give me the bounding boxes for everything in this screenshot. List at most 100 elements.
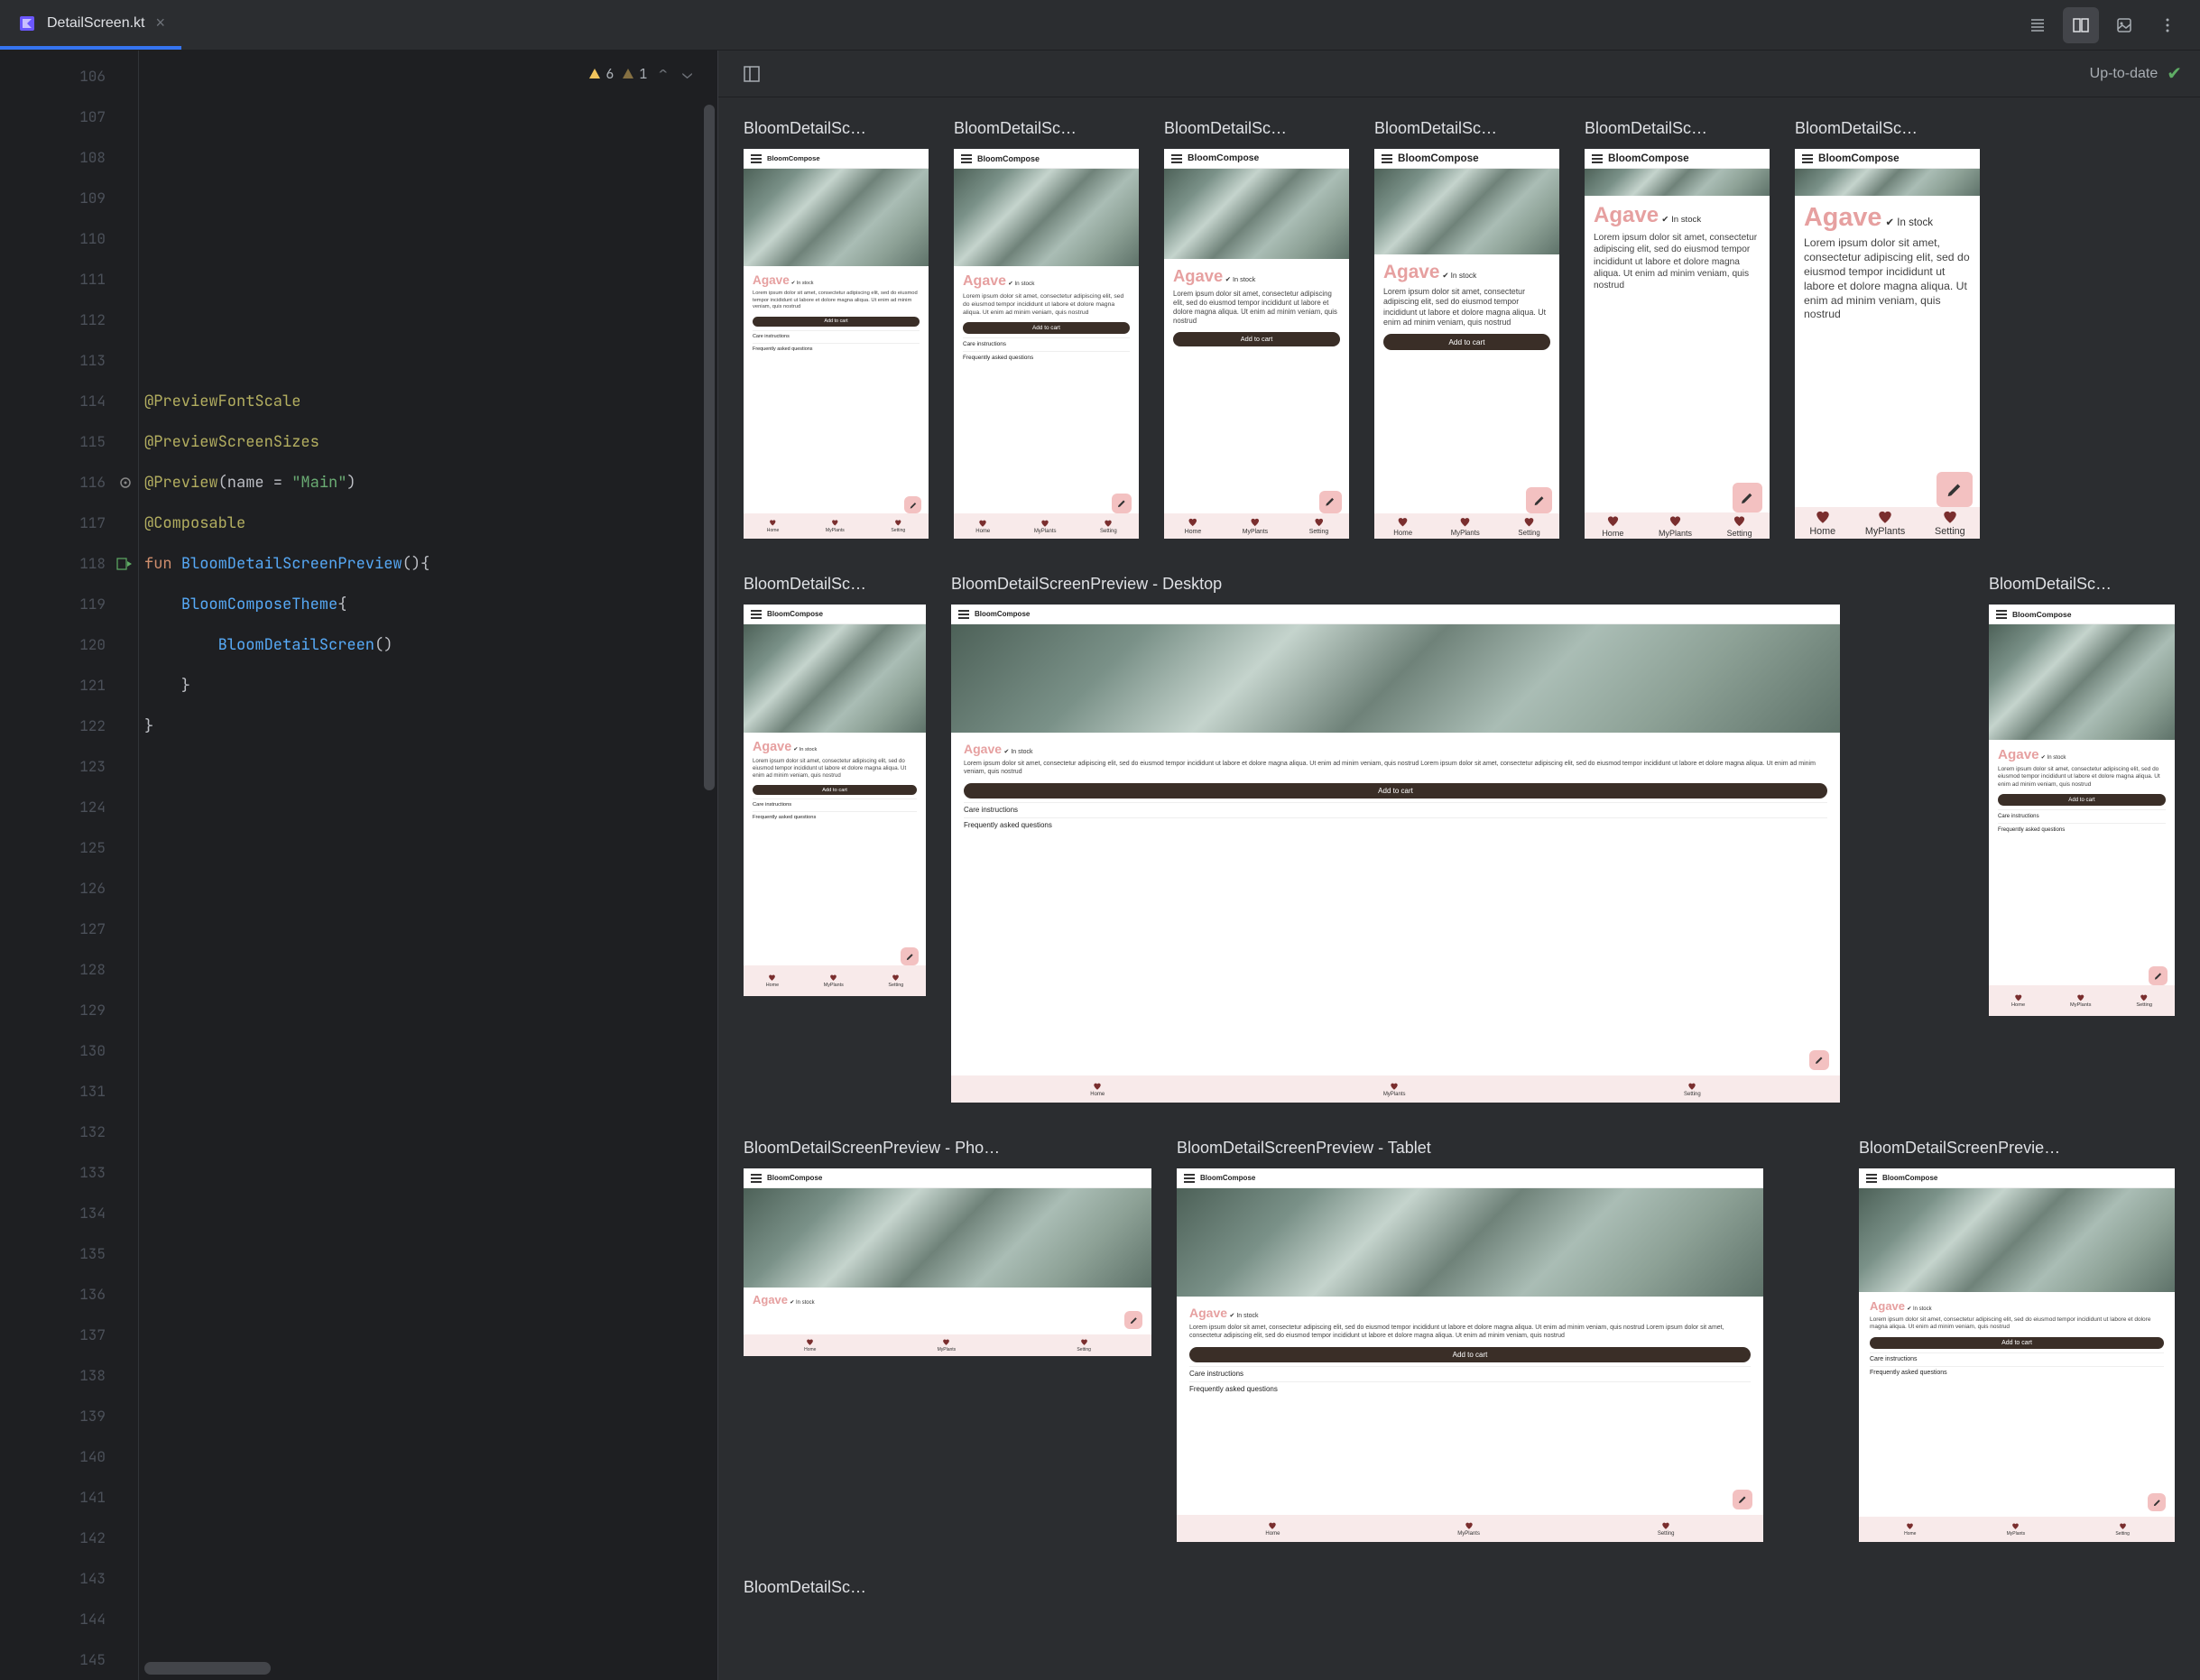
code-line[interactable]: }	[139, 706, 717, 746]
code-line[interactable]	[139, 1436, 717, 1477]
close-icon[interactable]: ×	[156, 14, 166, 32]
preview-item[interactable]: BloomDetailScreenPreview - DesktopBloomC…	[951, 575, 1840, 1103]
line-number-row: 121	[0, 665, 138, 706]
code-line[interactable]: BloomDetailScreen()	[139, 624, 717, 665]
code-line[interactable]: BloomComposeTheme{	[139, 584, 717, 624]
code-line[interactable]	[139, 1558, 717, 1599]
line-number-row: 118	[0, 543, 138, 584]
chevron-up-icon[interactable]: ⌃	[654, 63, 671, 84]
line-number: 137	[79, 1325, 106, 1344]
preview-mock[interactable]: BloomComposeAgave ✔ In stockLorem ipsum …	[744, 605, 926, 996]
view-list-icon[interactable]	[2020, 7, 2056, 43]
code-line[interactable]: @Composable	[139, 503, 717, 543]
code-line[interactable]	[139, 97, 717, 137]
horizontal-scrollbar[interactable]	[144, 1662, 271, 1675]
line-number-row: 141	[0, 1477, 138, 1518]
run-preview-icon[interactable]	[116, 556, 133, 572]
vertical-scrollbar-track[interactable]	[699, 51, 717, 1680]
line-number: 111	[79, 270, 106, 289]
line-number-row: 124	[0, 787, 138, 827]
code-line[interactable]	[139, 259, 717, 300]
view-design-icon[interactable]	[2106, 7, 2142, 43]
preview-item[interactable]: BloomDetailSc…BloomComposeAgave ✔ In sto…	[1374, 119, 1559, 539]
code-line[interactable]: }	[139, 665, 717, 706]
warnings-count[interactable]: 6	[587, 65, 614, 83]
preview-canvas[interactable]: BloomDetailSc… BloomComposeAgave ✔ In sto…	[718, 97, 2200, 1680]
code-line[interactable]: fun BloomDetailScreenPreview(){	[139, 543, 717, 584]
code-line[interactable]	[139, 1518, 717, 1558]
line-number-row: 116	[0, 462, 138, 503]
preview-item[interactable]: BloomDetailSc…BloomComposeAgave ✔ In sto…	[1795, 119, 1980, 539]
preview-mock[interactable]: BloomComposeAgave ✔ In stockLorem ipsum …	[1374, 149, 1559, 539]
inspections-widget[interactable]: 6 1 ⌃ ⌄	[582, 60, 701, 88]
vertical-scrollbar-thumb[interactable]	[704, 105, 715, 790]
preview-mock[interactable]: BloomComposeAgave ✔ In stockLorem ipsum …	[1585, 149, 1770, 539]
code-line[interactable]	[139, 827, 717, 868]
preview-item[interactable]: BloomDetailScreenPreview - Pho…BloomComp…	[744, 1139, 1151, 1542]
preview-title: BloomDetailSc…	[1989, 575, 2175, 594]
code-line[interactable]	[139, 1071, 717, 1112]
preview-item[interactable]: BloomDetailSc…	[744, 1578, 942, 1608]
preview-mock[interactable]: BloomComposeAgave ✔ In stockLorem ipsum …	[1164, 149, 1349, 539]
code-line[interactable]	[139, 1396, 717, 1436]
line-number-row: 115	[0, 421, 138, 462]
preview-item[interactable]: BloomDetailScreenPreview - Tablet BloomCo…	[1177, 1139, 1763, 1542]
code-line[interactable]	[139, 1355, 717, 1396]
preview-item[interactable]: BloomDetailSc…BloomComposeAgave ✔ In sto…	[744, 119, 929, 539]
weak-warnings-count[interactable]: 1	[621, 65, 647, 83]
preview-mock[interactable]: BloomComposeAgave ✔ In stockLorem ipsum …	[1177, 1168, 1763, 1542]
code-line[interactable]	[139, 949, 717, 990]
preview-mock[interactable]: BloomComposeAgave ✔ In stockLorem ipsum …	[1989, 605, 2175, 1016]
preview-mock[interactable]: BloomComposeAgave ✔ In stockLorem ipsum …	[1795, 149, 1980, 539]
preview-item[interactable]: BloomDetailSc…BloomComposeAgave ✔ In sto…	[1164, 119, 1349, 539]
code-line[interactable]	[139, 1112, 717, 1152]
code-area[interactable]: @PreviewFontScale@PreviewScreenSizes@Pre…	[139, 51, 717, 1680]
preview-item[interactable]: BloomDetailSc…BloomComposeAgave ✔ In sto…	[954, 119, 1139, 539]
file-tab-active[interactable]: DetailScreen.kt ×	[0, 0, 181, 50]
code-line[interactable]	[139, 990, 717, 1030]
code-line[interactable]	[139, 340, 717, 381]
line-number: 130	[79, 1041, 106, 1060]
preview-mock[interactable]: BloomComposeAgave ✔ In stockLorem ipsum …	[1859, 1168, 2175, 1542]
code-line[interactable]	[139, 1152, 717, 1193]
more-icon[interactable]	[2149, 7, 2186, 43]
code-line[interactable]	[139, 1274, 717, 1315]
code-line[interactable]: @PreviewScreenSizes	[139, 421, 717, 462]
preview-item[interactable]: BloomDetailSc…BloomComposeAgave ✔ In sto…	[744, 575, 926, 1103]
code-line[interactable]	[139, 1233, 717, 1274]
code-line[interactable]	[139, 1193, 717, 1233]
preview-layout-icon[interactable]	[736, 59, 767, 89]
code-line[interactable]	[139, 1477, 717, 1518]
view-split-icon[interactable]	[2063, 7, 2099, 43]
line-number-row: 143	[0, 1558, 138, 1599]
code-line[interactable]: @PreviewFontScale	[139, 381, 717, 421]
gear-icon[interactable]	[118, 475, 133, 490]
line-gutter: 1061071081091101111121131141151161171181…	[0, 51, 139, 1680]
code-line[interactable]	[139, 178, 717, 218]
code-line[interactable]	[139, 787, 717, 827]
code-line[interactable]	[139, 218, 717, 259]
preview-title: BloomDetailScreenPreview - Tablet	[1177, 1139, 1763, 1158]
preview-mock[interactable]: BloomComposeAgave ✔ In stockLorem ipsum …	[954, 149, 1139, 539]
compose-preview-pane: Up-to-date ✔ BloomDetailSc…BloomComposeA…	[718, 51, 2200, 1680]
preview-mock[interactable]: BloomComposeAgave ✔ In stockLorem ipsum …	[951, 605, 1840, 1103]
code-line[interactable]: @Preview(name = "Main")	[139, 462, 717, 503]
chevron-down-icon[interactable]: ⌄	[679, 63, 696, 84]
preview-item[interactable]: BloomDetailSc… BloomComposeAgave ✔ In sto…	[1989, 575, 2175, 1103]
code-line[interactable]	[139, 300, 717, 340]
code-line[interactable]	[139, 868, 717, 909]
code-line[interactable]	[139, 1599, 717, 1639]
line-number-row: 108	[0, 137, 138, 178]
line-number: 129	[79, 1001, 106, 1020]
line-number: 136	[79, 1285, 106, 1304]
code-line[interactable]	[139, 1030, 717, 1071]
code-line[interactable]	[139, 1315, 717, 1355]
line-number-row: 132	[0, 1112, 138, 1152]
preview-mock[interactable]: BloomComposeAgave ✔ In stockHomeMyPlants…	[744, 1168, 1151, 1356]
preview-mock[interactable]: BloomComposeAgave ✔ In stockLorem ipsum …	[744, 149, 929, 539]
code-line[interactable]	[139, 137, 717, 178]
code-line[interactable]	[139, 909, 717, 949]
code-line[interactable]	[139, 746, 717, 787]
preview-item[interactable]: BloomDetailScreenPrevie…BloomComposeAgav…	[1859, 1139, 2175, 1542]
preview-item[interactable]: BloomDetailSc…BloomComposeAgave ✔ In sto…	[1585, 119, 1770, 539]
